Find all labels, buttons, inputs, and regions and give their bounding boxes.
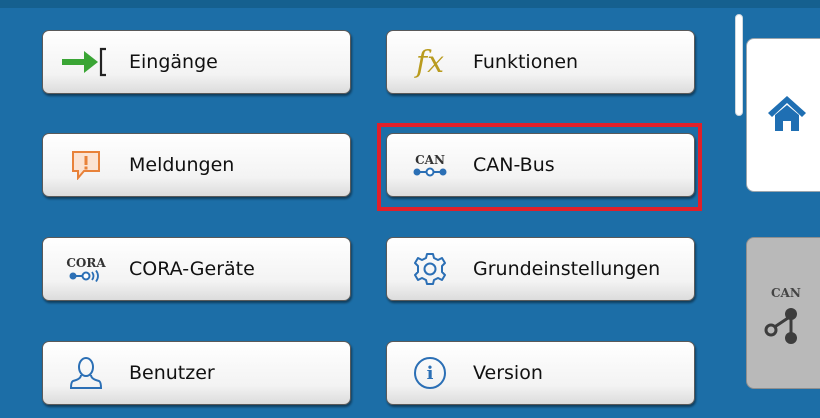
version-label: Version xyxy=(473,362,543,384)
can-network-icon xyxy=(761,300,820,348)
version-button[interactable]: i Version xyxy=(386,341,695,405)
user-label: Benutzer xyxy=(129,362,215,384)
fx-icon-text: fx xyxy=(415,44,445,80)
inputs-label: Eingänge xyxy=(129,51,218,73)
settings-label: Grundeinstellungen xyxy=(473,258,661,280)
user-icon xyxy=(43,342,129,404)
can-network-button[interactable]: CAN xyxy=(746,237,820,389)
cora-signal xyxy=(69,270,99,282)
user-button[interactable]: Benutzer xyxy=(42,341,351,405)
inputs-button[interactable]: Eingänge xyxy=(42,30,351,94)
fx-icon: fx xyxy=(387,31,473,93)
cora-devices-label: CORA-Geräte xyxy=(129,258,255,280)
menu-screen: Eingänge fx Funktionen Meldungen CAN CAN… xyxy=(0,0,820,418)
settings-button[interactable]: Grundeinstellungen xyxy=(386,237,695,301)
home-icon xyxy=(765,93,809,137)
input-arrow-icon xyxy=(43,31,129,93)
gear-icon xyxy=(387,238,473,300)
functions-label: Funktionen xyxy=(473,51,579,73)
info-icon: i xyxy=(387,342,473,404)
messages-button[interactable]: Meldungen xyxy=(42,133,351,197)
functions-button[interactable]: fx Funktionen xyxy=(386,30,695,94)
cora-devices-button[interactable]: CORA CORA-Geräte xyxy=(42,237,351,301)
scrollbar[interactable] xyxy=(735,14,743,116)
messages-label: Meldungen xyxy=(129,154,235,176)
message-warning-icon xyxy=(43,134,129,196)
cora-wireless-icon: CORA xyxy=(43,238,129,300)
selection-highlight xyxy=(377,123,702,211)
info-icon-glyph: i xyxy=(414,357,446,389)
can-side-text: CAN xyxy=(771,286,801,300)
home-button[interactable] xyxy=(746,38,820,192)
cora-icon-text: CORA xyxy=(66,256,106,270)
